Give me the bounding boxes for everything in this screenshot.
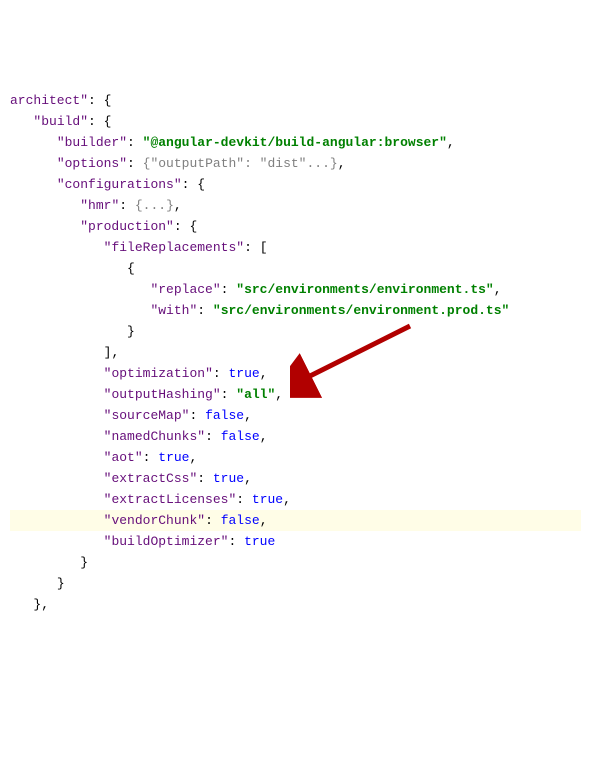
val-false: false (205, 408, 244, 423)
val-true: true (158, 450, 189, 465)
comma: , (260, 429, 268, 444)
colon: : (88, 93, 104, 108)
comma: , (260, 513, 268, 528)
quote: " (57, 177, 65, 192)
val-true: true (244, 534, 275, 549)
val-builder: "@angular-devkit/build-angular:browser" (143, 135, 447, 150)
colon: : (189, 408, 205, 423)
colon: : (213, 366, 229, 381)
key-architect: architect (10, 93, 80, 108)
comma: , (174, 198, 182, 213)
quote: " (174, 177, 182, 192)
quote: " (104, 534, 112, 549)
quote: " (236, 240, 244, 255)
brace-close: } (57, 576, 65, 591)
brace-open: { (127, 261, 135, 276)
key-builder: builder (65, 135, 120, 150)
val-replace: "src/environments/environment.ts" (236, 282, 493, 297)
val-true: true (213, 471, 244, 486)
options-collapsed: {"outputPath": "dist"...} (143, 156, 338, 171)
val-false: false (221, 513, 260, 528)
colon: : (197, 471, 213, 486)
brace-open: { (104, 93, 112, 108)
val-false: false (221, 429, 260, 444)
comma: , (244, 471, 252, 486)
colon: : (228, 534, 244, 549)
colon: : (119, 198, 135, 213)
colon: : (88, 114, 104, 129)
brace-open: { (197, 177, 205, 192)
colon: : (244, 240, 260, 255)
comma: , (189, 450, 197, 465)
comma: , (338, 156, 346, 171)
bracket-open: [ (260, 240, 268, 255)
key-with: with (158, 303, 189, 318)
quote: " (119, 135, 127, 150)
comma: , (275, 387, 283, 402)
key-production: production (88, 219, 166, 234)
quote: " (197, 429, 205, 444)
hmr-collapsed: {...} (135, 198, 174, 213)
comma: , (111, 345, 119, 360)
code-block: architect": { "build": { "builder": "@an… (10, 90, 581, 615)
colon: : (143, 450, 159, 465)
val-with: "src/environments/environment.prod.ts" (213, 303, 509, 318)
quote: " (135, 450, 143, 465)
quote: " (80, 114, 88, 129)
key-fileReplacements: fileReplacements (111, 240, 236, 255)
quote: " (80, 198, 88, 213)
brace-close: } (127, 324, 135, 339)
comma: , (244, 408, 252, 423)
brace-open: { (189, 219, 197, 234)
colon: : (174, 219, 190, 234)
comma: , (494, 282, 502, 297)
comma: , (260, 366, 268, 381)
key-namedChunks: namedChunks (111, 429, 197, 444)
key-configurations: configurations (65, 177, 174, 192)
quote: " (197, 513, 205, 528)
colon: : (182, 177, 198, 192)
quote: " (57, 135, 65, 150)
quote: " (119, 156, 127, 171)
colon: : (221, 282, 237, 297)
quote: " (213, 282, 221, 297)
val-all: "all" (236, 387, 275, 402)
comma: , (447, 135, 455, 150)
colon: : (127, 156, 143, 171)
colon: : (197, 303, 213, 318)
colon: : (205, 513, 221, 528)
quote: " (221, 534, 229, 549)
brace-open: { (104, 114, 112, 129)
colon: : (205, 429, 221, 444)
key-sourceMap: sourceMap (111, 408, 181, 423)
key-replace: replace (158, 282, 213, 297)
quote: " (166, 219, 174, 234)
brace-close: } (33, 597, 41, 612)
colon: : (221, 387, 237, 402)
quote: " (205, 366, 213, 381)
quote: " (80, 219, 88, 234)
val-true: true (228, 366, 259, 381)
colon: : (127, 135, 143, 150)
key-outputHashing: outputHashing (111, 387, 212, 402)
key-aot: aot (111, 450, 134, 465)
comma: , (41, 597, 49, 612)
key-vendorChunk: vendorChunk (111, 513, 197, 528)
quote: " (80, 93, 88, 108)
key-options: options (65, 156, 120, 171)
key-buildOptimizer: buildOptimizer (111, 534, 220, 549)
brace-close: } (80, 555, 88, 570)
key-build: build (41, 114, 80, 129)
highlighted-line: "vendorChunk": false, (10, 510, 581, 531)
key-hmr: hmr (88, 198, 111, 213)
quote: " (104, 513, 112, 528)
quote: " (213, 387, 221, 402)
key-optimization: optimization (111, 366, 205, 381)
key-extractCss: extractCss (111, 471, 189, 486)
quote: " (57, 156, 65, 171)
